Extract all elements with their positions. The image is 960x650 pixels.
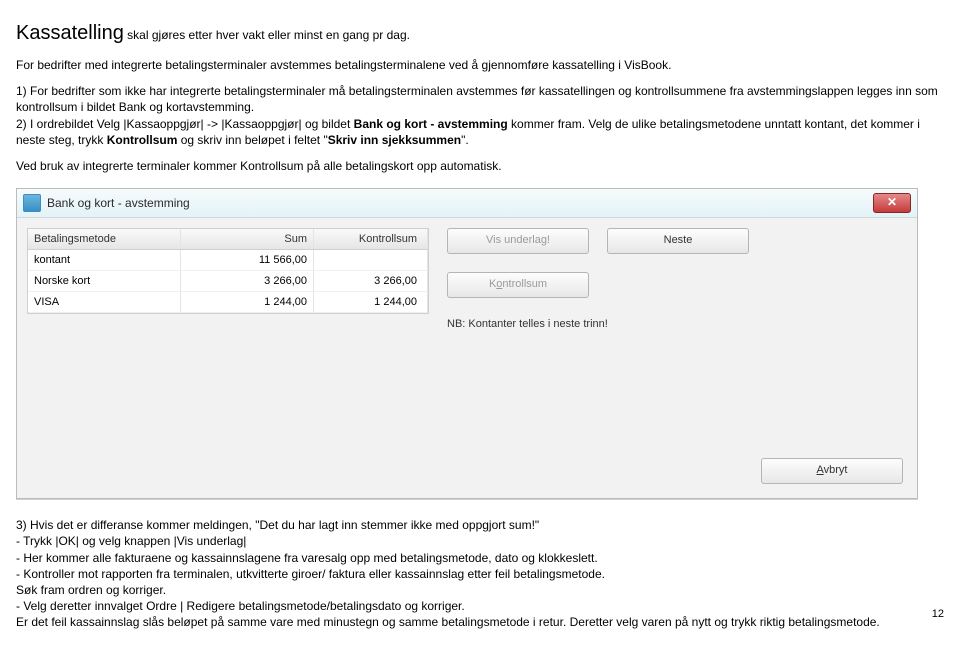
p4-l5: Søk fram ordren og korriger. [16, 583, 166, 597]
cell-method: VISA [28, 292, 181, 312]
page-heading: Kassatelling [16, 22, 124, 44]
p2b-pre: 2) I ordrebildet Velg |Kassaoppgjør| -> … [16, 117, 354, 131]
table-row[interactable]: Norske kort 3 266,00 3 266,00 [28, 271, 428, 292]
dialog-body: Betalingsmetode Sum Kontrollsum kontant … [17, 218, 917, 498]
avbryt-u: A [817, 464, 824, 476]
col-header-ctrl: Kontrollsum [314, 229, 428, 249]
paragraph-4: 3) Hvis det er differanse kommer melding… [16, 517, 944, 630]
heading-tail: skal gjøres etter hver vakt eller minst … [124, 28, 410, 42]
table-row[interactable]: kontant 11 566,00 [28, 250, 428, 271]
cell-sum: 11 566,00 [181, 250, 314, 270]
note-nb: NB: Kontanter telles i neste trinn! [447, 318, 608, 330]
table-row[interactable]: VISA 1 244,00 1 244,00 [28, 292, 428, 313]
neste-button[interactable]: Neste [607, 228, 749, 254]
col-header-sum: Sum [181, 229, 314, 249]
cell-method: kontant [28, 250, 181, 270]
cell-ctrl: 1 244,00 [314, 292, 428, 312]
paragraph-3: Ved bruk av integrerte terminaler kommer… [16, 158, 944, 174]
cell-sum: 3 266,00 [181, 271, 314, 291]
top-button-row: Vis underlag! Neste [447, 228, 749, 254]
grid-header: Betalingsmetode Sum Kontrollsum [28, 229, 428, 250]
vis-underlag-button[interactable]: Vis underlag! [447, 228, 589, 254]
kontrollsum-button[interactable]: Kontrollsum [447, 272, 589, 298]
p2b-bold3: Skriv inn sjekksummen [328, 133, 461, 147]
cell-ctrl [314, 250, 428, 270]
p2b-end: ". [461, 133, 469, 147]
avbryt-post: vbryt [824, 464, 848, 476]
col-header-method: Betalingsmetode [28, 229, 181, 249]
titlebar: Bank og kort - avstemming ✕ [17, 189, 917, 218]
dialog-window: Bank og kort - avstemming ✕ Betalingsmet… [16, 188, 918, 499]
p4-l1: 3) Hvis det er differanse kommer melding… [16, 518, 539, 532]
p4-l2: - Trykk |OK| og velg knappen |Vis underl… [16, 534, 246, 548]
page-number: 12 [932, 608, 944, 620]
cell-method: Norske kort [28, 271, 181, 291]
p2b-bold2: Kontrollsum [107, 133, 178, 147]
app-icon [23, 194, 41, 212]
p4-l6: - Velg deretter innvalget Ordre | Redige… [16, 599, 465, 613]
p2a: 1) For bedrifter som ikke har integrerte… [16, 84, 938, 114]
cell-ctrl: 3 266,00 [314, 271, 428, 291]
close-icon: ✕ [887, 195, 897, 209]
window-title: Bank og kort - avstemming [47, 196, 873, 210]
paragraph-1: For bedrifter med integrerte betalingste… [16, 57, 944, 73]
p4-l7: Er det feil kassainnslag slås beløpet på… [16, 615, 880, 629]
payments-grid[interactable]: Betalingsmetode Sum Kontrollsum kontant … [27, 228, 429, 314]
kontrollsum-post: ntrollsum [502, 278, 547, 290]
paragraph-2: 1) For bedrifter som ikke har integrerte… [16, 83, 944, 148]
avbryt-button[interactable]: Avbryt [761, 458, 903, 484]
p2b-bold: Bank og kort - avstemming [354, 117, 508, 131]
p4-l3: - Her kommer alle fakturaene og kassainn… [16, 551, 598, 565]
p2b-mid2: og skriv inn beløpet i feltet " [177, 133, 327, 147]
close-button[interactable]: ✕ [873, 193, 911, 213]
p4-l4: - Kontroller mot rapporten fra terminale… [16, 567, 605, 581]
heading-line: Kassatelling skal gjøres etter hver vakt… [16, 20, 944, 47]
cell-sum: 1 244,00 [181, 292, 314, 312]
